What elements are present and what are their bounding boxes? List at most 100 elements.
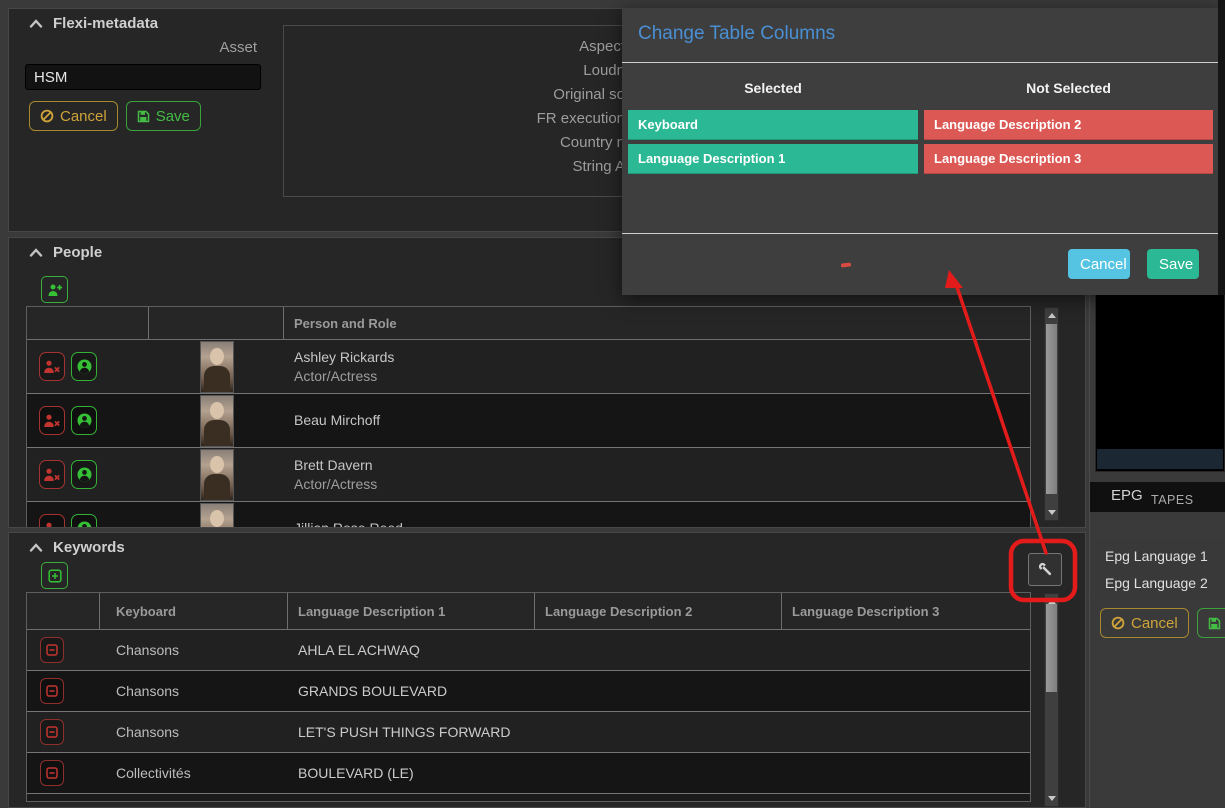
people-scrollbar[interactable]: [1044, 307, 1059, 521]
person-row: Brett Davern Actor/Actress: [27, 448, 1030, 502]
scroll-down-arrow-icon[interactable]: [1048, 510, 1056, 515]
delete-keyword-button[interactable]: [40, 678, 64, 704]
person-photo: [200, 449, 234, 501]
scroll-up-arrow-icon[interactable]: [1048, 313, 1056, 318]
modal-footer: Cancel Save: [622, 233, 1218, 295]
remove-person-button[interactable]: [39, 352, 65, 381]
change-table-columns-button[interactable]: [1028, 553, 1062, 586]
keyword-keyboard-value: Chansons: [100, 724, 288, 740]
keywords-header-lang3: Language Description 3: [782, 593, 1030, 630]
person-profile-button[interactable]: [71, 460, 97, 489]
person-role: Actor/Actress: [294, 475, 1030, 494]
delete-keyword-button[interactable]: [40, 719, 64, 745]
save-button[interactable]: Save: [126, 101, 201, 131]
collapse-chevron-up-icon[interactable]: [29, 248, 43, 257]
person-name: Jillian Rose Reed: [294, 519, 1030, 528]
delete-keyword-button[interactable]: [40, 637, 64, 663]
field-label: Original so: [294, 83, 625, 107]
user-times-icon: [43, 413, 61, 428]
people-table: Person and Role: [26, 306, 1031, 528]
cancel-button[interactable]: Cancel: [29, 101, 118, 131]
change-table-columns-modal: Change Table Columns Selected KeyboardLa…: [622, 8, 1218, 295]
add-keyword-button[interactable]: [41, 562, 68, 589]
epg-save-button[interactable]: Save: [1197, 608, 1225, 638]
remove-person-button[interactable]: [39, 460, 65, 489]
collapse-chevron-up-icon[interactable]: [29, 19, 43, 28]
modal-title: Change Table Columns: [638, 23, 835, 45]
selected-column-header: Selected: [628, 80, 918, 96]
field-label: FR execution: [294, 107, 625, 131]
keywords-table: Keyboard Language Description 1 Language…: [26, 592, 1031, 802]
scrollbar-thumb[interactable]: [1046, 324, 1057, 494]
plus-square-icon: [48, 569, 62, 583]
modal-divider: [622, 62, 1218, 63]
section-title: Keywords: [53, 539, 125, 556]
selected-column-item[interactable]: Keyboard: [628, 110, 918, 140]
right-panel-divider: [1089, 295, 1090, 808]
right-edge-strip: [1218, 0, 1225, 295]
keyword-row: Collectivités BOULEVARD (LE): [27, 753, 1030, 794]
keyword-keyboard-value: Chansons: [100, 642, 288, 658]
add-person-button[interactable]: [41, 276, 68, 303]
section-title: Flexi-metadata: [53, 15, 158, 32]
not-selected-column-item[interactable]: Language Description 3: [924, 144, 1213, 174]
scroll-down-arrow-icon[interactable]: [1048, 796, 1056, 801]
metadata-fieldset: AspectLoudnOriginal soFR executionCountr…: [283, 25, 629, 197]
right-tab-bar: EPG TAPES: [1090, 482, 1225, 512]
epg-language-item[interactable]: Epg Language 1: [1095, 543, 1223, 570]
person-photo: [200, 341, 234, 393]
person-profile-button[interactable]: [71, 352, 97, 381]
selected-column-item[interactable]: Language Description 1: [628, 144, 918, 174]
epg-cancel-label: Cancel: [1131, 615, 1178, 632]
video-player-controls[interactable]: [1097, 449, 1223, 469]
user-circle-icon: [76, 358, 93, 375]
flexi-metadata-panel: Flexi-metadata Asset Cancel Save AspectL…: [8, 8, 628, 232]
people-header-empty-1: [27, 307, 149, 340]
people-header-person-role: Person and Role: [284, 307, 1030, 340]
collapse-chevron-up-icon[interactable]: [29, 543, 43, 552]
keywords-header-keyboard: Keyboard: [100, 593, 288, 630]
delete-keyword-button[interactable]: [40, 760, 64, 786]
epg-language-item[interactable]: Epg Language 2: [1095, 570, 1223, 597]
user-circle-icon: [76, 412, 93, 429]
modal-save-button[interactable]: Save: [1147, 249, 1199, 279]
person-name: Beau Mirchoff: [294, 411, 1030, 430]
remove-person-button[interactable]: [39, 514, 65, 528]
section-title: People: [53, 244, 102, 261]
cancel-button-label: Cancel: [60, 108, 107, 125]
epg-language-list: Epg Language 1Epg Language 2: [1095, 540, 1223, 600]
not-selected-column-item[interactable]: Language Description 2: [924, 110, 1213, 140]
person-name: Brett Davern: [294, 456, 1030, 475]
selected-items-list: Keyboard Language Description 1: [628, 110, 918, 174]
field-label: Loudn: [294, 59, 625, 83]
asset-input[interactable]: [25, 64, 261, 90]
user-times-icon: [43, 359, 61, 374]
cancel-slash-icon: [1111, 616, 1125, 630]
keywords-table-tail: [27, 794, 1030, 801]
person-row: Jillian Rose Reed: [27, 502, 1030, 528]
keywords-header-empty: [27, 593, 100, 630]
tab-tapes[interactable]: TAPES: [1151, 493, 1194, 507]
scrollbar-thumb[interactable]: [1046, 604, 1057, 692]
people-header-empty-2: [149, 307, 284, 340]
tab-epg[interactable]: EPG: [1111, 487, 1143, 504]
epg-cancel-button[interactable]: Cancel: [1100, 608, 1189, 638]
metadata-field-labels: AspectLoudnOriginal soFR executionCountr…: [294, 35, 625, 179]
field-label: Aspect: [294, 35, 625, 59]
remove-person-button[interactable]: [39, 406, 65, 435]
user-times-icon: [43, 521, 61, 528]
wrench-icon: [1037, 561, 1054, 578]
video-player[interactable]: [1095, 293, 1225, 472]
keyword-row: Chansons LET'S PUSH THINGS FORWARD: [27, 712, 1030, 753]
not-selected-items-list: Language Description 2 Language Descripti…: [924, 110, 1213, 174]
user-times-icon: [43, 467, 61, 482]
person-row: Beau Mirchoff: [27, 394, 1030, 448]
modal-cancel-button[interactable]: Cancel: [1068, 249, 1130, 279]
keyword-keyboard-value: Collectivités: [100, 765, 288, 781]
keywords-scrollbar[interactable]: [1044, 593, 1059, 807]
person-profile-button[interactable]: [71, 406, 97, 435]
minus-square-icon: [46, 685, 58, 697]
save-button-label: Save: [156, 108, 190, 125]
person-profile-button[interactable]: [71, 514, 97, 528]
keyword-row: Chansons GRANDS BOULEVARD: [27, 671, 1030, 712]
